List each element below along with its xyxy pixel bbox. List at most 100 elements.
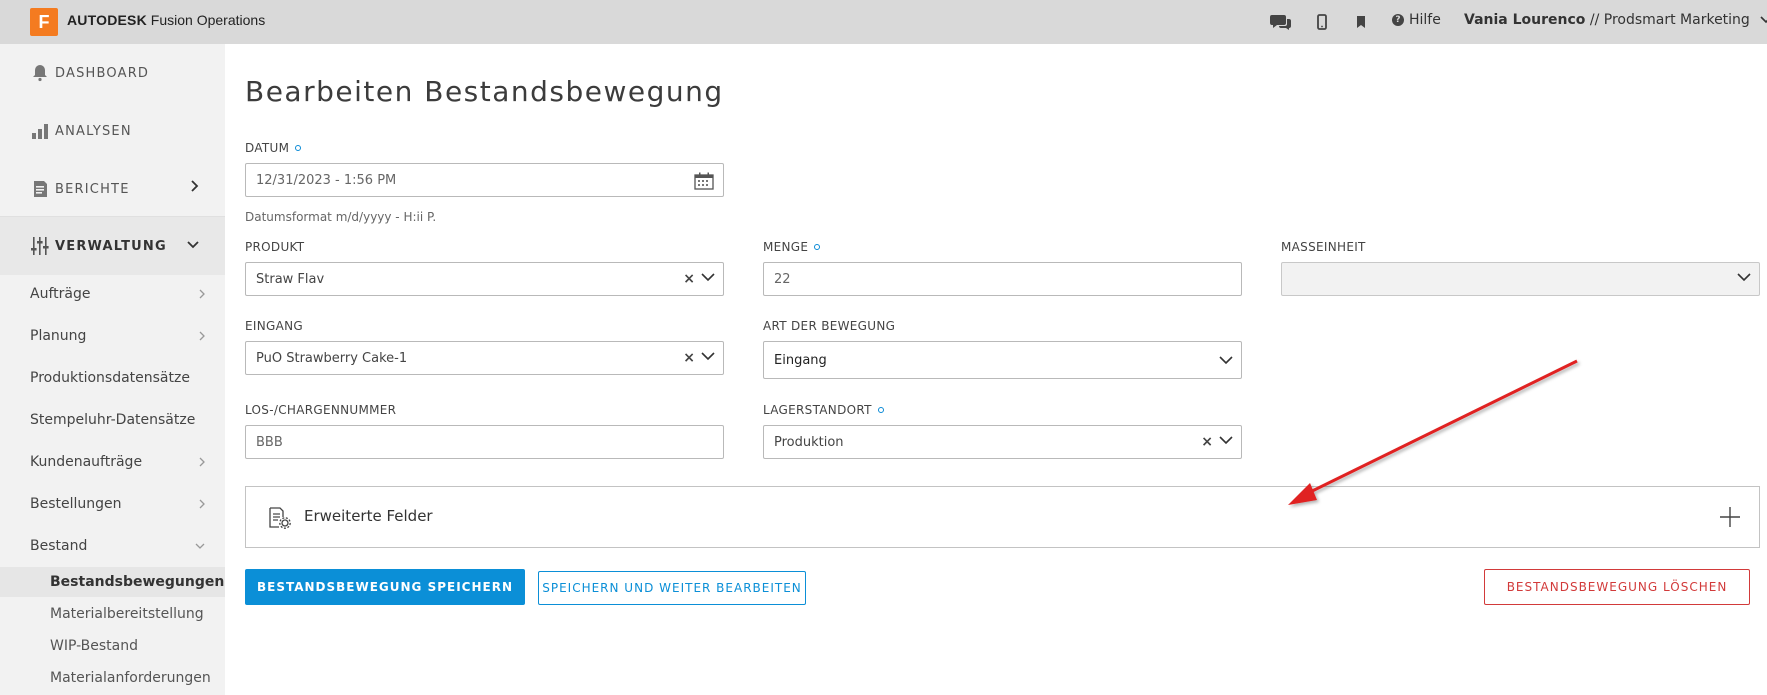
chat-icon[interactable] — [1269, 10, 1293, 34]
user-org: // Prodsmart Marketing — [1589, 12, 1750, 28]
annotation-arrow-icon — [1288, 359, 1578, 505]
sidebar-sub-bestellungen[interactable]: Bestellungen — [30, 496, 205, 512]
sidebar-item-dashboard[interactable]: DASHBOARD — [0, 44, 225, 102]
eingang-select[interactable]: PuO Strawberry Cake-1 × — [245, 341, 724, 375]
sidebar-sub-label: Planung — [30, 328, 87, 344]
page-title: Bearbeiten Bestandsbewegung — [245, 75, 724, 108]
chevron-down-icon — [701, 273, 715, 282]
sidebar-item-analysen[interactable]: ANALYSEN — [0, 102, 225, 160]
clear-icon[interactable]: × — [1201, 434, 1213, 450]
sidebar-item-label: VERWALTUNG — [55, 238, 167, 254]
chevron-right-icon — [199, 457, 205, 467]
sidebar-item-materialanforderungen[interactable]: Materialanforderungen — [0, 663, 225, 693]
sidebar-item-label: BERICHTE — [55, 181, 130, 197]
eingang-value: PuO Strawberry Cake-1 — [256, 350, 408, 366]
chevron-right-icon — [199, 499, 205, 509]
lagerstandort-select[interactable]: Produktion × — [763, 425, 1242, 459]
calendar-icon[interactable] — [694, 172, 714, 190]
chevron-right-icon — [199, 289, 205, 299]
sidebar: DASHBOARD ANALYSEN BERICHTE VERWALTUNG A… — [0, 44, 225, 695]
sidebar-item-wip-bestand[interactable]: WIP-Bestand — [0, 631, 225, 661]
art-der-bewegung-select[interactable]: Eingang — [763, 341, 1242, 379]
sidebar-sub-bestand[interactable]: Bestand — [30, 538, 205, 554]
help-label: Hilfe — [1409, 12, 1441, 28]
sidebar-sub-planung[interactable]: Planung — [30, 328, 205, 344]
chevron-down-icon — [1219, 436, 1233, 445]
sidebar-item-label: ANALYSEN — [55, 123, 132, 139]
art-label: ART DER BEWEGUNG — [763, 319, 895, 333]
sidebar-item-label: DASHBOARD — [55, 65, 150, 81]
los-label: LOS-/CHARGENNUMMER — [245, 403, 396, 417]
chevron-down-icon — [187, 241, 199, 249]
menge-value: 22 — [774, 271, 791, 287]
save-button[interactable]: BESTANDSBEWEGUNG SPEICHERN — [245, 569, 525, 605]
save-and-continue-button[interactable]: SPEICHERN UND WEITER BEARBEITEN — [538, 571, 806, 605]
sidebar-sub-stempeluhr[interactable]: Stempeluhr-Datensätze — [30, 412, 205, 428]
produkt-label: PRODUKT — [245, 240, 304, 254]
sidebar-sub-auftraege[interactable]: Aufträge — [30, 286, 205, 302]
bookmark-icon[interactable] — [1349, 10, 1373, 34]
sidebar-item-verwaltung[interactable]: VERWALTUNG — [0, 217, 225, 275]
bar-chart-icon — [30, 121, 50, 141]
sidebar-sub-label: Kundenaufträge — [30, 454, 143, 470]
masseinheit-label-text: MASSEINHEIT — [1281, 240, 1366, 254]
sidebar-item-bestandsbewegungen[interactable]: Bestandsbewegungen — [0, 567, 225, 597]
clear-icon[interactable]: × — [683, 271, 695, 287]
clear-icon[interactable]: × — [683, 350, 695, 366]
eingang-label: EINGANG — [245, 319, 303, 333]
sliders-icon — [30, 236, 50, 256]
chevron-right-icon — [191, 180, 199, 192]
top-bar: F AUTODESK Fusion Operations ? Hilfe Van… — [0, 0, 1767, 44]
menge-label: MENGE — [763, 240, 821, 254]
datum-format-hint: Datumsformat m/d/yyyy - H:ii P. — [245, 210, 437, 224]
fusion-logo[interactable]: F — [30, 8, 58, 36]
chevron-down-icon — [1219, 356, 1233, 365]
los-label-text: LOS-/CHARGENNUMMER — [245, 403, 397, 417]
sidebar-sub-label: Bestand — [30, 538, 88, 554]
delete-button[interactable]: BESTANDSBEWEGUNG LÖSCHEN — [1484, 569, 1750, 605]
lagerstandort-label: LAGERSTANDORT — [763, 403, 884, 417]
menge-label-text: MENGE — [763, 240, 809, 254]
required-indicator-icon — [295, 145, 302, 151]
user-info: Vania Lourenco // Prodsmart Marketing — [1464, 12, 1750, 28]
datum-field[interactable]: 12/31/2023 - 1:56 PM — [245, 163, 724, 197]
datum-value: 12/31/2023 - 1:56 PM — [256, 172, 397, 188]
produkt-select[interactable]: Straw Flav × — [245, 262, 724, 296]
plus-icon[interactable] — [1719, 506, 1741, 528]
sidebar-item-berichte[interactable]: BERICHTE — [0, 160, 225, 218]
chevron-down-icon — [195, 543, 205, 549]
user-menu[interactable]: Vania Lourenco // Prodsmart Marketing — [1464, 12, 1767, 28]
help-link[interactable]: ? Hilfe — [1392, 12, 1441, 28]
datum-label: DATUM — [245, 141, 302, 155]
chevron-right-icon — [199, 331, 205, 341]
lagerstandort-value: Produktion — [774, 434, 844, 450]
question-icon: ? — [1392, 14, 1404, 26]
required-indicator-icon — [877, 407, 884, 413]
brand-name: AUTODESK Fusion Operations — [67, 12, 265, 28]
chevron-down-icon — [1760, 16, 1767, 24]
sidebar-sub-kundenauftraege[interactable]: Kundenaufträge — [30, 454, 205, 470]
eingang-label-text: EINGANG — [245, 319, 303, 333]
chevron-down-icon — [701, 352, 715, 361]
art-label-text: ART DER BEWEGUNG — [763, 319, 896, 333]
produkt-label-text: PRODUKT — [245, 240, 305, 254]
report-icon — [30, 179, 50, 199]
sidebar-sub-label: Produktionsdatensätze — [30, 370, 190, 386]
bell-icon — [30, 63, 50, 83]
extended-fields-label: Erweiterte Felder — [304, 507, 433, 525]
menge-input[interactable]: 22 — [763, 262, 1242, 296]
masseinheit-label: MASSEINHEIT — [1281, 240, 1366, 254]
sidebar-sub-label: Aufträge — [30, 286, 91, 302]
masseinheit-select[interactable] — [1281, 262, 1760, 296]
document-settings-icon — [269, 507, 291, 529]
art-value: Eingang — [774, 352, 827, 368]
user-name: Vania Lourenco — [1464, 12, 1586, 28]
sidebar-sub-produktionsdatensaetze[interactable]: Produktionsdatensätze — [30, 370, 205, 386]
sidebar-item-materialbereitstellung[interactable]: Materialbereitstellung — [0, 599, 225, 629]
los-input[interactable]: BBB — [245, 425, 724, 459]
datum-label-text: DATUM — [245, 141, 290, 155]
mobile-icon[interactable] — [1310, 10, 1334, 34]
los-value: BBB — [256, 434, 283, 450]
sidebar-sub-label: Bestellungen — [30, 496, 122, 512]
sidebar-sub-label: Stempeluhr-Datensätze — [30, 412, 196, 428]
